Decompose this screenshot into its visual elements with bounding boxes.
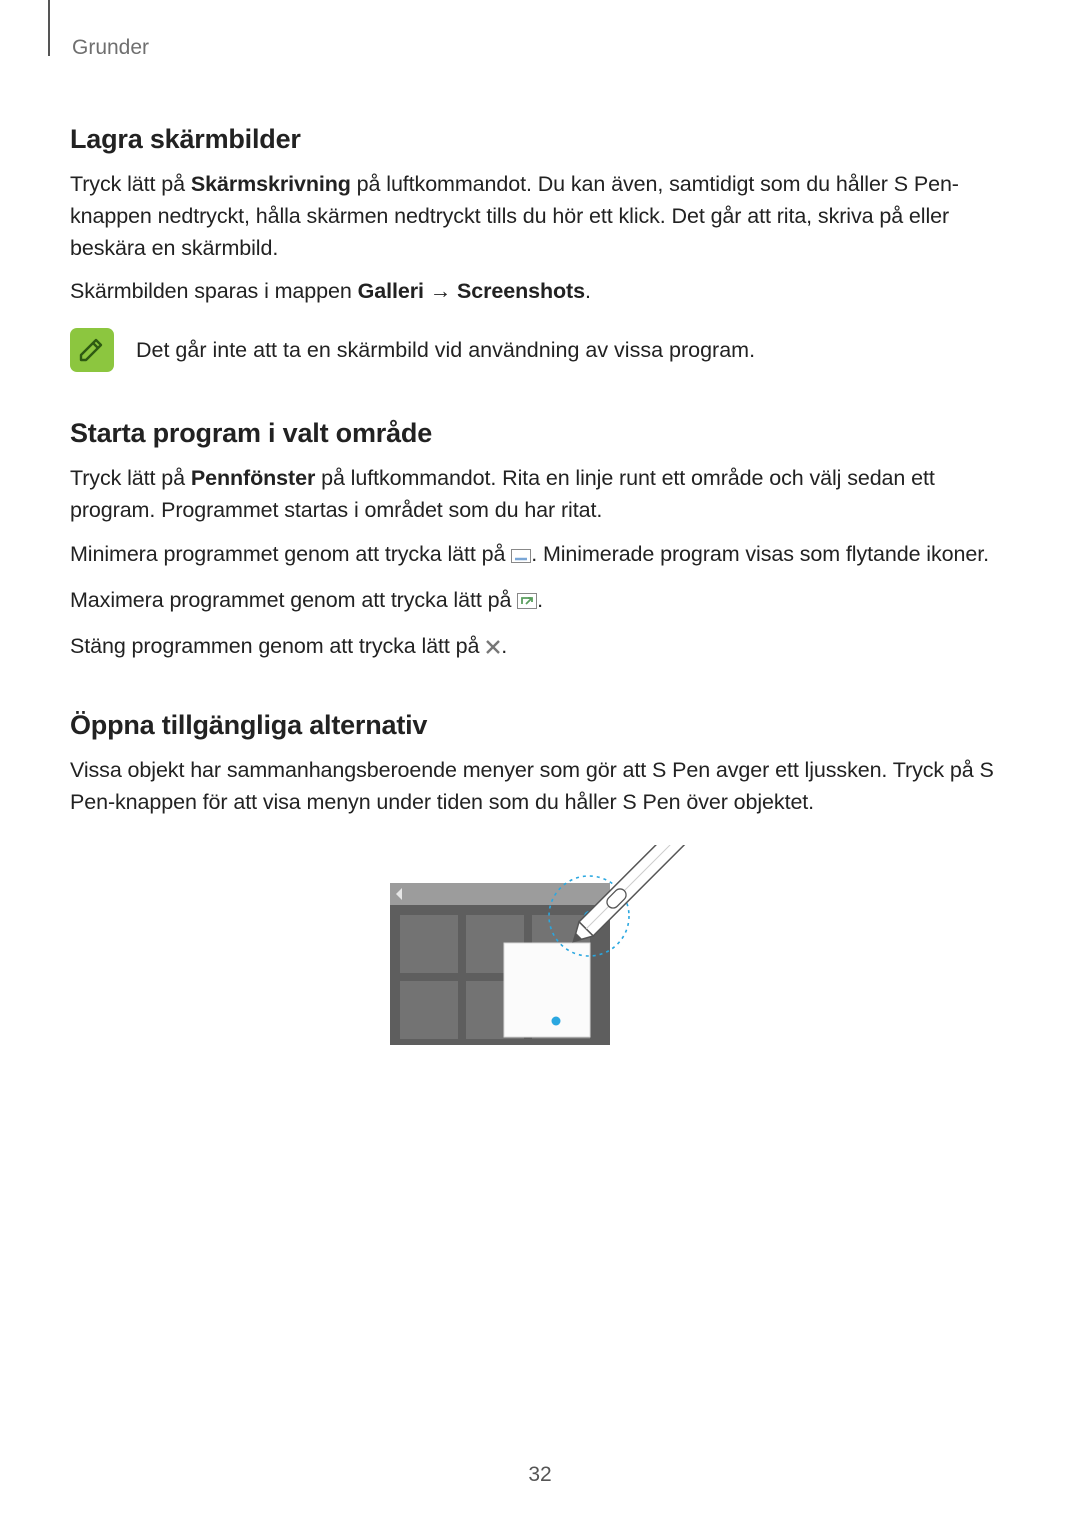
text: .: [585, 279, 591, 303]
spen-illustration: [390, 845, 690, 1055]
text: Minimera programmet genom att trycka lät…: [70, 542, 511, 566]
para-oppna-1: Vissa objekt har sammanhangsberoende men…: [70, 755, 1010, 819]
text: Stäng programmen genom att trycka lätt p…: [70, 634, 485, 658]
close-icon: [485, 633, 501, 665]
para-lagra-2: Skärmbilden sparas i mappen Galleri → Sc…: [70, 276, 1010, 308]
minimize-icon: [511, 541, 531, 573]
bold-skarmskrivning: Skärmskrivning: [191, 172, 351, 196]
illustration-wrap: [70, 845, 1010, 1055]
bold-screenshots: Screenshots: [457, 279, 585, 303]
text: .: [537, 588, 543, 612]
header-rule: [48, 0, 50, 56]
text: .: [501, 634, 507, 658]
heading-starta: Starta program i valt område: [70, 418, 1010, 449]
para-starta-2: Minimera programmet genom att trycka lät…: [70, 539, 1010, 573]
bold-pennfonster: Pennfönster: [191, 466, 315, 490]
note-icon: [70, 328, 114, 372]
para-starta-4: Stäng programmen genom att trycka lätt p…: [70, 631, 1010, 665]
para-lagra-1: Tryck lätt på Skärmskrivning på luftkomm…: [70, 169, 1010, 264]
section-label: Grunder: [72, 36, 1010, 60]
note-text: Det går inte att ta en skärmbild vid anv…: [136, 335, 755, 366]
text: Tryck lätt på: [70, 172, 191, 196]
heading-lagra: Lagra skärmbilder: [70, 124, 1010, 155]
text: Maximera programmet genom att trycka lät…: [70, 588, 517, 612]
note-block: Det går inte att ta en skärmbild vid anv…: [70, 328, 1010, 372]
manual-page: Grunder Lagra skärmbilder Tryck lätt på …: [0, 0, 1080, 1527]
para-starta-1: Tryck lätt på Pennfönster på luftkommand…: [70, 463, 1010, 527]
heading-oppna: Öppna tillgängliga alternativ: [70, 710, 1010, 741]
bold-galleri: Galleri: [358, 279, 424, 303]
pencil-note-icon: [75, 333, 109, 367]
text: . Minimerade program visas som flytande …: [531, 542, 989, 566]
text: Tryck lätt på: [70, 466, 191, 490]
text: →: [424, 279, 457, 303]
maximize-icon: [517, 587, 537, 619]
para-starta-3: Maximera programmet genom att trycka lät…: [70, 585, 1010, 619]
page-number: 32: [0, 1463, 1080, 1487]
text: Skärmbilden sparas i mappen: [70, 279, 358, 303]
gap: [70, 676, 1010, 710]
